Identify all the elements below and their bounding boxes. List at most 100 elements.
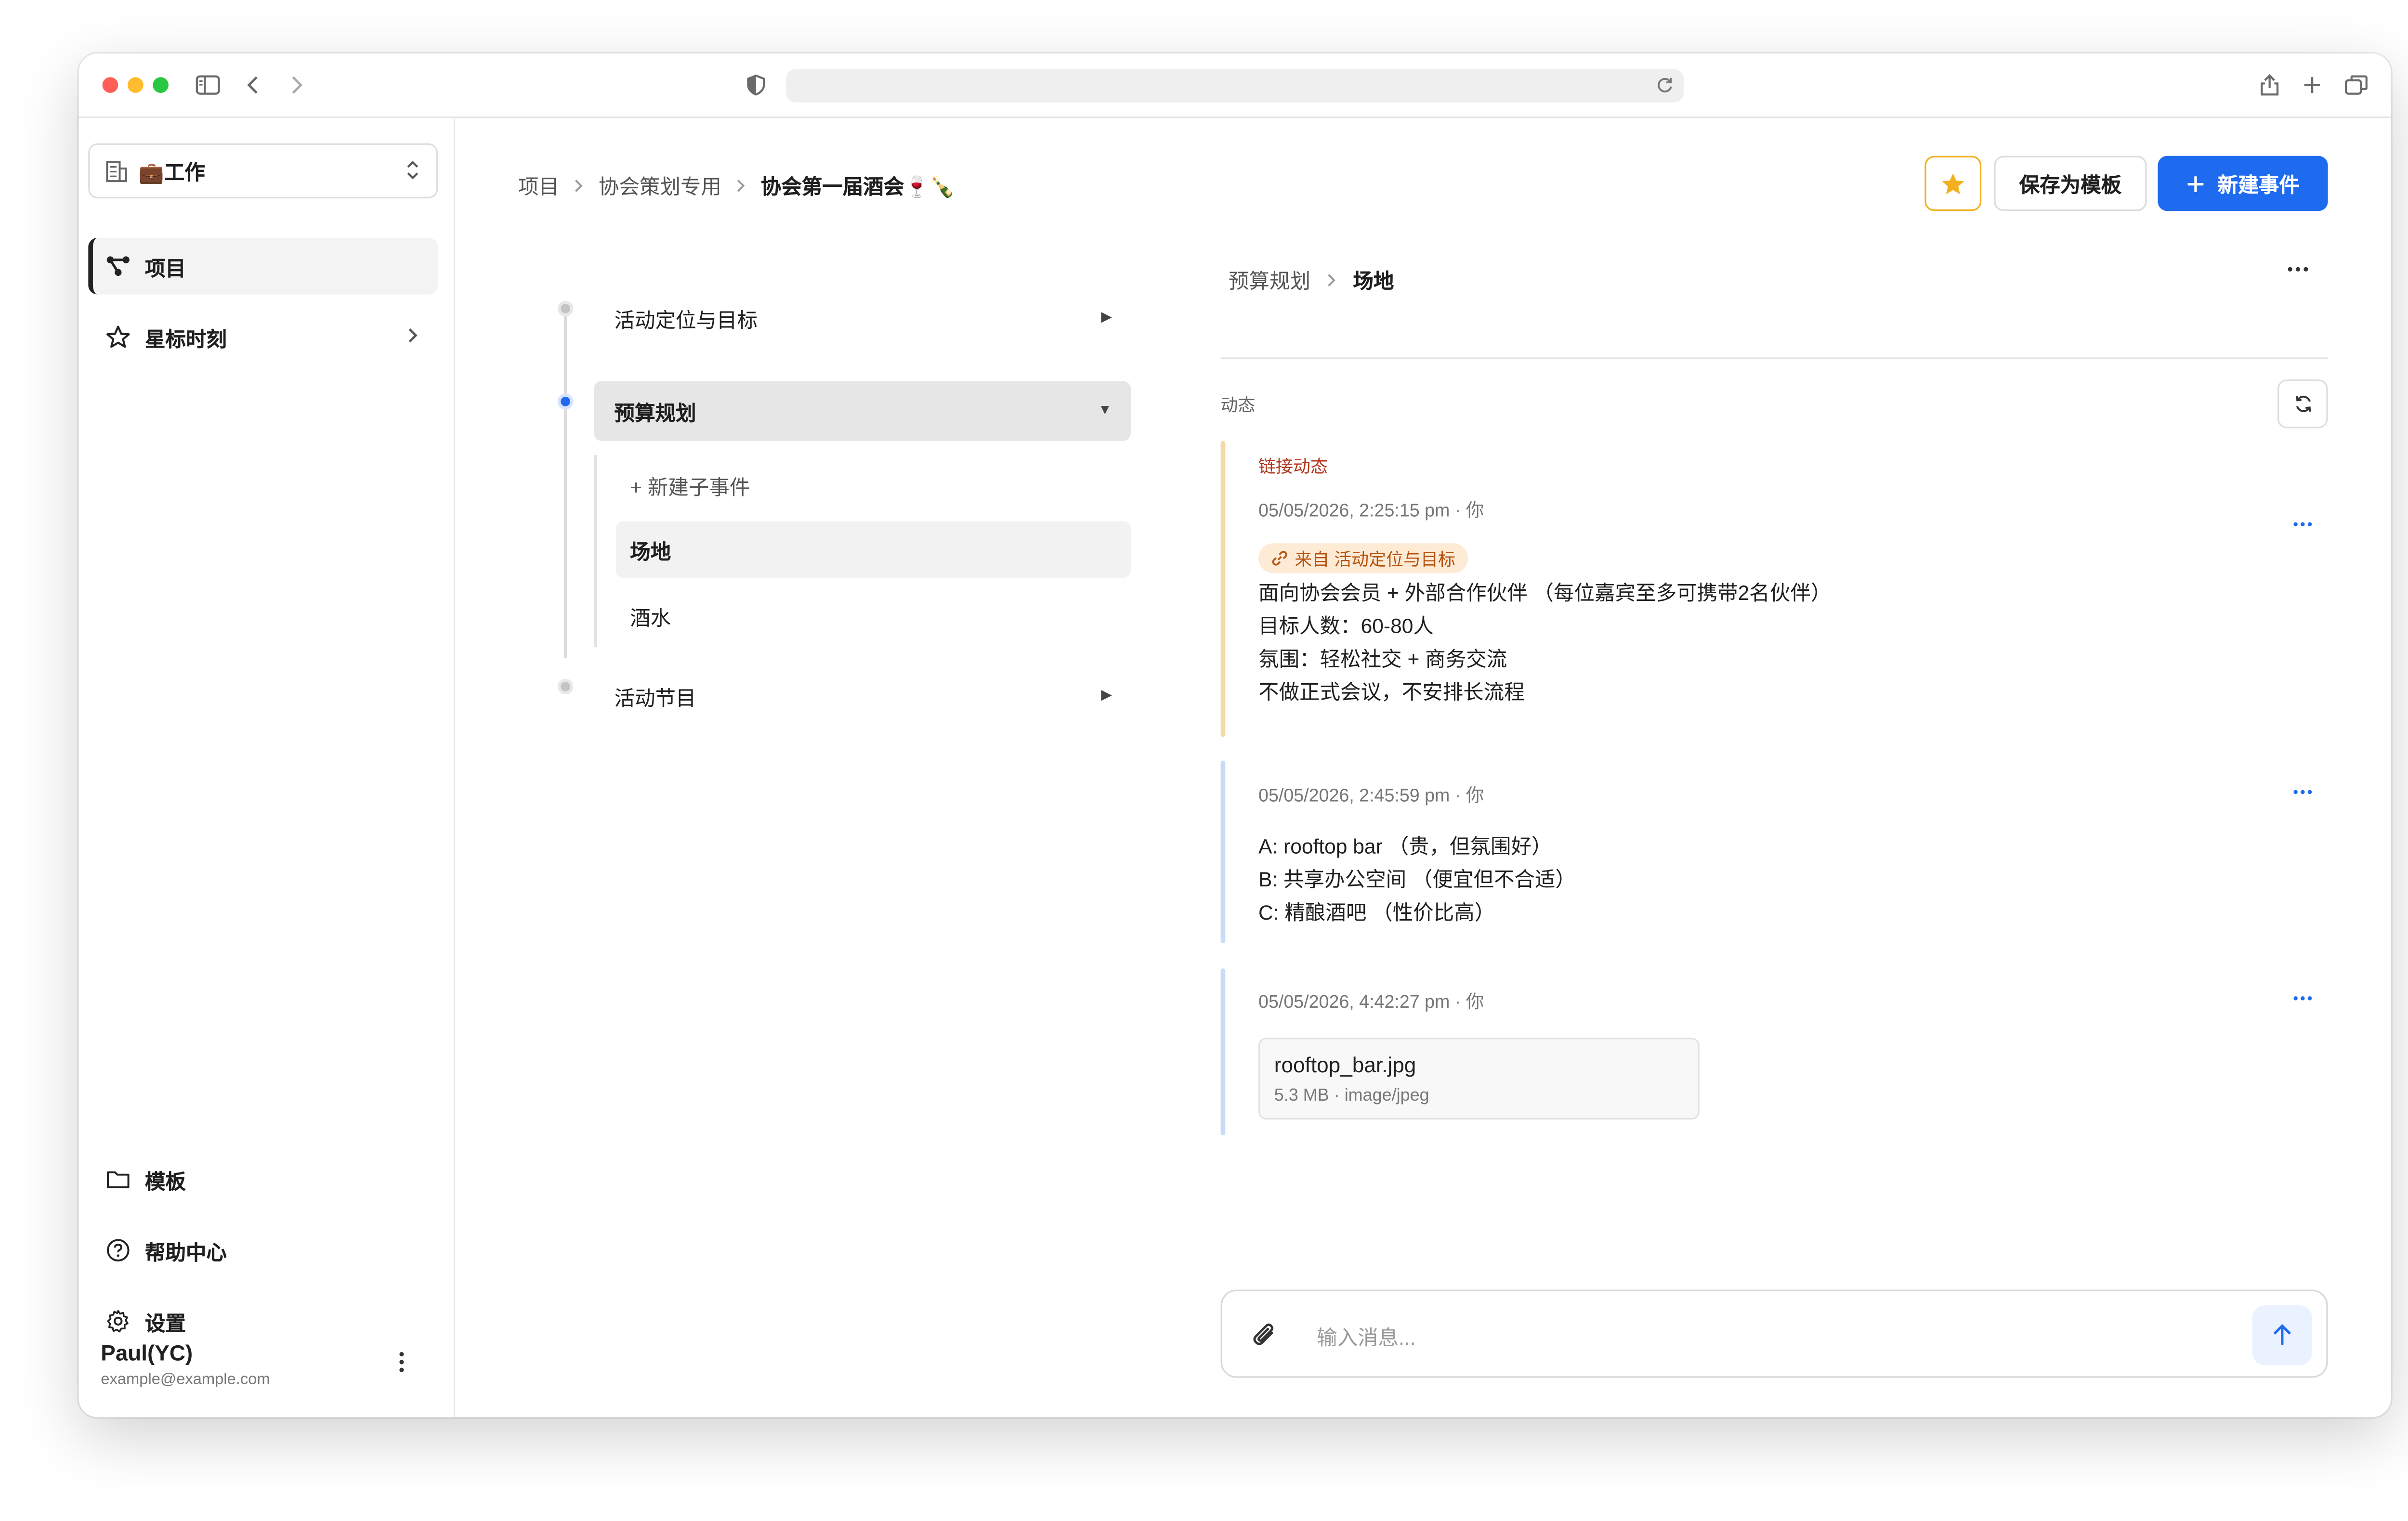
timeline-dot-active xyxy=(557,393,574,410)
tree-subitem-drinks[interactable]: 酒水 xyxy=(616,587,1131,644)
entry-line: 目标人数：60-80人 xyxy=(1258,614,1434,638)
activity-entry-file: 05/05/2026, 4:42:27 pm · 你 rooftop_bar.j… xyxy=(1220,968,2312,1135)
entry-accent-bar xyxy=(1220,968,1226,1135)
entry-text: 面向协会会员 + 外部合作伙伴 （每位嘉宾至多可携带2名伙伴） 目标人数：60-… xyxy=(1258,576,1831,709)
star-icon xyxy=(104,325,132,350)
tree-subitem-label: 酒水 xyxy=(630,605,671,629)
new-sub-event-button[interactable]: + 新建子事件 xyxy=(616,456,1131,513)
minimize-window-button[interactable] xyxy=(127,77,144,93)
tree-item-budget[interactable]: 预算规划 ▼ xyxy=(593,381,1131,441)
new-sub-event-label: + 新建子事件 xyxy=(630,475,750,499)
sidebar-item-label: 帮助中心 xyxy=(144,1240,227,1264)
sidebar-item-help[interactable]: 帮助中心 xyxy=(88,1222,438,1279)
entry-timestamp: 05/05/2026, 4:42:27 pm · 你 xyxy=(1258,993,1484,1013)
file-attachment[interactable]: rooftop_bar.jpg 5.3 MB · image/jpeg xyxy=(1258,1038,1700,1120)
sidebar-item-templates[interactable]: 模板 xyxy=(88,1151,438,1208)
entry-line: C: 精酿酒吧 （性价比高） xyxy=(1258,900,1495,924)
entry-line: 面向协会会员 + 外部合作伙伴 （每位嘉宾至多可携带2名伙伴） xyxy=(1258,581,1832,605)
breadcrumb-item[interactable]: 项目 xyxy=(518,170,559,200)
tree-subitem-label: 场地 xyxy=(630,539,671,563)
file-meta: 5.3 MB · image/jpeg xyxy=(1274,1086,1429,1105)
paperclip-icon[interactable] xyxy=(1249,1320,1280,1351)
folder-icon xyxy=(104,1169,132,1191)
star-filled-icon xyxy=(1940,171,1965,196)
new-event-button[interactable]: 新建事件 xyxy=(2158,156,2328,211)
tab-overview-icon[interactable] xyxy=(2343,69,2369,101)
detail-breadcrumb-item[interactable]: 预算规划 xyxy=(1229,264,1310,294)
breadcrumb-current: 协会第一届酒会🍷🍾 xyxy=(760,175,955,199)
address-bar[interactable] xyxy=(785,69,1684,103)
entry-more-icon[interactable] xyxy=(2291,994,2314,1003)
sidebar-toggle-icon[interactable] xyxy=(196,69,221,101)
breadcrumb-item[interactable]: 协会策划专用 xyxy=(599,170,721,200)
sub-timeline-line xyxy=(593,455,597,648)
user-menu-icon[interactable] xyxy=(394,1350,410,1375)
more-options-icon[interactable] xyxy=(2285,264,2310,274)
activity-entry-linked: 链接动态 05/05/2026, 2:25:15 pm · 你 来自 活动定位与… xyxy=(1220,441,2312,737)
message-input[interactable] xyxy=(1313,1318,2202,1356)
timeline-line xyxy=(563,315,567,659)
favorite-button[interactable] xyxy=(1924,156,1982,211)
divider xyxy=(1220,357,2328,359)
timeline-dot xyxy=(557,678,574,695)
tree-subitem-venue[interactable]: 场地 xyxy=(615,521,1131,578)
privacy-shield-icon[interactable] xyxy=(746,69,765,101)
back-icon[interactable] xyxy=(246,69,262,101)
sidebar-item-label: 项目 xyxy=(144,256,186,280)
user-name: Paul(YC) xyxy=(101,1340,193,1365)
entry-line: 氛围：轻松社交 + 商务交流 xyxy=(1258,647,1507,671)
sidebar-item-projects[interactable]: 项目 xyxy=(88,237,438,295)
help-icon xyxy=(104,1238,132,1263)
reload-icon[interactable] xyxy=(1655,74,1674,103)
entry-timestamp: 05/05/2026, 2:45:59 pm · 你 xyxy=(1258,787,1484,806)
sidebar-item-label: 星标时刻 xyxy=(144,326,227,351)
file-name: rooftop_bar.jpg xyxy=(1274,1053,1416,1077)
forward-icon[interactable] xyxy=(288,69,304,101)
entry-line: B: 共享办公空间 （便宜但不合适） xyxy=(1258,867,1576,892)
refresh-button[interactable] xyxy=(2277,379,2328,429)
detail-breadcrumb: 预算规划 场地 xyxy=(1229,264,1394,294)
tree-item-label: 预算规划 xyxy=(614,401,696,425)
tree-item-label: 活动定位与目标 xyxy=(614,308,758,332)
detail-breadcrumb-current: 场地 xyxy=(1353,269,1394,293)
entry-timestamp: 05/05/2026, 2:25:15 pm · 你 xyxy=(1258,502,1484,521)
linked-activity-title: 链接动态 xyxy=(1258,458,1328,477)
new-tab-icon[interactable] xyxy=(2301,69,2323,101)
maximize-window-button[interactable] xyxy=(153,77,169,93)
gear-icon xyxy=(104,1309,132,1334)
share-icon[interactable] xyxy=(2259,69,2281,101)
collapse-arrow-icon[interactable]: ▼ xyxy=(1098,402,1112,417)
save-as-template-button[interactable]: 保存为模板 xyxy=(1994,156,2147,211)
entry-more-icon[interactable] xyxy=(2291,787,2314,797)
project-tree-icon xyxy=(104,255,132,277)
entry-more-icon[interactable] xyxy=(2291,520,2314,529)
chevron-right-icon xyxy=(1326,272,1337,287)
chevron-up-down-icon xyxy=(405,159,420,181)
tree-item-program[interactable]: 活动节目 ▶ xyxy=(594,666,1131,726)
screen-root: 💼工作 项目 星标时刻 模板 帮助中心 设置 Paul(YC) example@… xyxy=(0,0,2408,1521)
chevron-right-icon xyxy=(573,177,584,193)
expand-arrow-icon[interactable]: ▶ xyxy=(1101,687,1112,704)
sidebar-item-label: 模板 xyxy=(144,1169,186,1193)
link-icon xyxy=(1271,549,1288,567)
chevron-right-icon xyxy=(735,177,746,193)
expand-arrow-icon[interactable]: ▶ xyxy=(1101,309,1112,326)
send-button[interactable] xyxy=(2252,1305,2312,1365)
message-composer xyxy=(1220,1289,2328,1378)
source-link-chip[interactable]: 来自 活动定位与目标 xyxy=(1258,543,1468,573)
browser-titlebar xyxy=(79,53,2391,118)
close-window-button[interactable] xyxy=(102,77,118,93)
tree-item-positioning[interactable]: 活动定位与目标 ▶ xyxy=(594,288,1131,348)
browser-window: 💼工作 项目 星标时刻 模板 帮助中心 设置 Paul(YC) example@… xyxy=(79,53,2391,1417)
chevron-right-icon xyxy=(406,326,419,345)
workspace-switcher[interactable]: 💼工作 xyxy=(88,143,438,199)
entry-accent-bar xyxy=(1220,441,1226,737)
user-email: example@example.com xyxy=(101,1371,270,1389)
entry-accent-bar xyxy=(1220,760,1226,943)
building-icon xyxy=(104,158,129,183)
source-link-label: 来自 活动定位与目标 xyxy=(1295,550,1456,570)
sidebar: 💼工作 项目 星标时刻 模板 帮助中心 设置 Paul(YC) example@… xyxy=(79,118,456,1417)
entry-line: 不做正式会议，不安排长流程 xyxy=(1258,680,1525,704)
sidebar-item-starred[interactable]: 星标时刻 xyxy=(88,309,438,365)
activity-label: 动态 xyxy=(1220,397,1256,416)
